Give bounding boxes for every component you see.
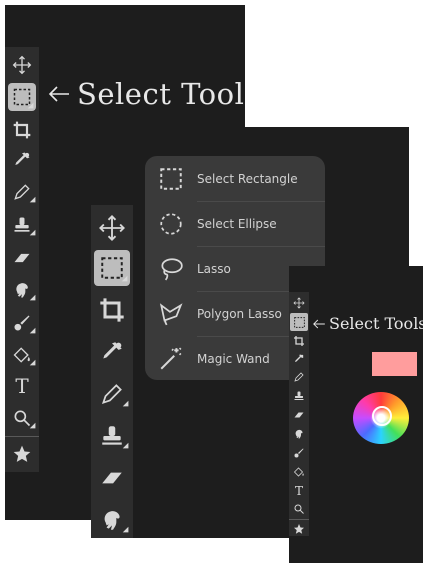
stamp-icon: [12, 215, 32, 235]
pencil-icon: [293, 371, 305, 383]
primary-color-swatch[interactable]: [372, 352, 417, 376]
star-icon: [293, 523, 305, 535]
callout-select-tools: Select Tools: [312, 314, 423, 333]
callout-label: Select Tools: [329, 314, 423, 333]
menu-item-label: Magic Wand: [197, 351, 270, 366]
stamp-icon: [293, 390, 305, 402]
stamp-icon: [99, 423, 125, 449]
toolbar-divider: [5, 436, 39, 437]
lasso-icon: [158, 256, 184, 282]
callout-label: Select Tools: [77, 77, 245, 111]
stamp-tool[interactable]: [291, 388, 307, 404]
zoom-tool[interactable]: [9, 405, 39, 432]
toolbar-divider: [289, 519, 309, 520]
smudge-tool[interactable]: [95, 503, 132, 537]
text-icon: T: [294, 484, 303, 498]
pencil-tool[interactable]: [9, 179, 39, 206]
left-arrow-icon: [47, 82, 71, 106]
toolbar-small: T: [289, 292, 309, 536]
move-tool[interactable]: [95, 211, 129, 245]
crop-icon: [12, 120, 32, 140]
smudge-icon: [12, 280, 32, 300]
stamp-tool[interactable]: [9, 212, 39, 239]
favorites-tool[interactable]: [9, 441, 35, 467]
fill-tool[interactable]: [291, 464, 307, 480]
smudge-tool[interactable]: [9, 277, 39, 304]
toolbar-zoomed: [91, 205, 133, 538]
zoom-icon: [12, 408, 32, 428]
menu-item-label: Select Ellipse: [197, 216, 277, 231]
smudge-icon: [293, 428, 305, 440]
brush-icon: [293, 447, 305, 459]
select-tool[interactable]: [94, 250, 131, 286]
eraser-icon: [12, 248, 32, 268]
select-rectangle-icon: [99, 255, 125, 281]
zoom-icon: [293, 503, 305, 515]
stamp-tool[interactable]: [95, 419, 132, 453]
menu-item-select-ellipse[interactable]: Select Ellipse: [145, 201, 325, 246]
magic-wand-icon: [158, 346, 184, 372]
eraser-icon: [293, 409, 305, 421]
eyedropper-icon: [99, 339, 125, 365]
move-icon: [293, 297, 305, 309]
fill-icon: [12, 345, 32, 365]
zoom-tool[interactable]: [291, 501, 307, 517]
select-rectangle-icon: [158, 166, 184, 192]
menu-item-label: Lasso: [197, 261, 231, 276]
crop-tool[interactable]: [9, 117, 35, 143]
text-icon: T: [15, 374, 29, 398]
toolbar-main: T: [5, 47, 39, 472]
move-icon: [98, 214, 126, 242]
eyedropper-tool[interactable]: [291, 351, 307, 367]
favorites-tool[interactable]: [291, 521, 307, 537]
eyedropper-tool[interactable]: [9, 147, 35, 173]
menu-item-select-rectangle[interactable]: Select Rectangle: [145, 156, 325, 201]
pencil-icon: [99, 381, 125, 407]
eyedropper-icon: [293, 353, 305, 365]
smudge-tool[interactable]: [291, 426, 307, 442]
brush-icon: [12, 313, 32, 333]
polygon-lasso-icon: [158, 301, 184, 327]
crop-tool[interactable]: [291, 333, 307, 349]
pencil-icon: [12, 182, 32, 202]
crop-tool[interactable]: [95, 293, 129, 327]
pencil-tool[interactable]: [291, 369, 307, 385]
select-rectangle-icon: [293, 316, 306, 329]
menu-item-label: Select Rectangle: [197, 171, 298, 186]
pencil-tool[interactable]: [95, 377, 132, 411]
text-tool[interactable]: T: [291, 483, 307, 499]
select-rectangle-icon: [12, 87, 32, 107]
menu-item-label: Polygon Lasso: [197, 306, 282, 321]
move-tool[interactable]: [291, 295, 307, 311]
eraser-icon: [99, 465, 125, 491]
text-tool[interactable]: T: [9, 373, 35, 399]
eyedropper-icon: [12, 150, 32, 170]
callout-select-tools: Select Tools: [47, 77, 245, 111]
eraser-tool[interactable]: [291, 407, 307, 423]
brush-tool[interactable]: [291, 445, 307, 461]
fill-tool[interactable]: [9, 342, 39, 369]
brush-tool[interactable]: [9, 310, 39, 337]
fill-icon: [293, 466, 305, 478]
color-picker-ring[interactable]: [372, 406, 392, 426]
crop-icon: [293, 335, 305, 347]
smudge-icon: [99, 507, 125, 533]
left-arrow-icon: [312, 317, 326, 331]
app-panel-small: T Select Tools: [289, 266, 423, 563]
star-icon: [12, 444, 32, 464]
eraser-tool[interactable]: [95, 461, 129, 495]
move-tool[interactable]: [9, 52, 35, 78]
select-ellipse-icon: [158, 211, 184, 237]
select-tool[interactable]: [290, 313, 308, 331]
eyedropper-tool[interactable]: [95, 335, 129, 369]
move-icon: [12, 55, 32, 75]
crop-icon: [98, 296, 126, 324]
select-tool[interactable]: [8, 83, 37, 112]
eraser-tool[interactable]: [9, 245, 35, 271]
